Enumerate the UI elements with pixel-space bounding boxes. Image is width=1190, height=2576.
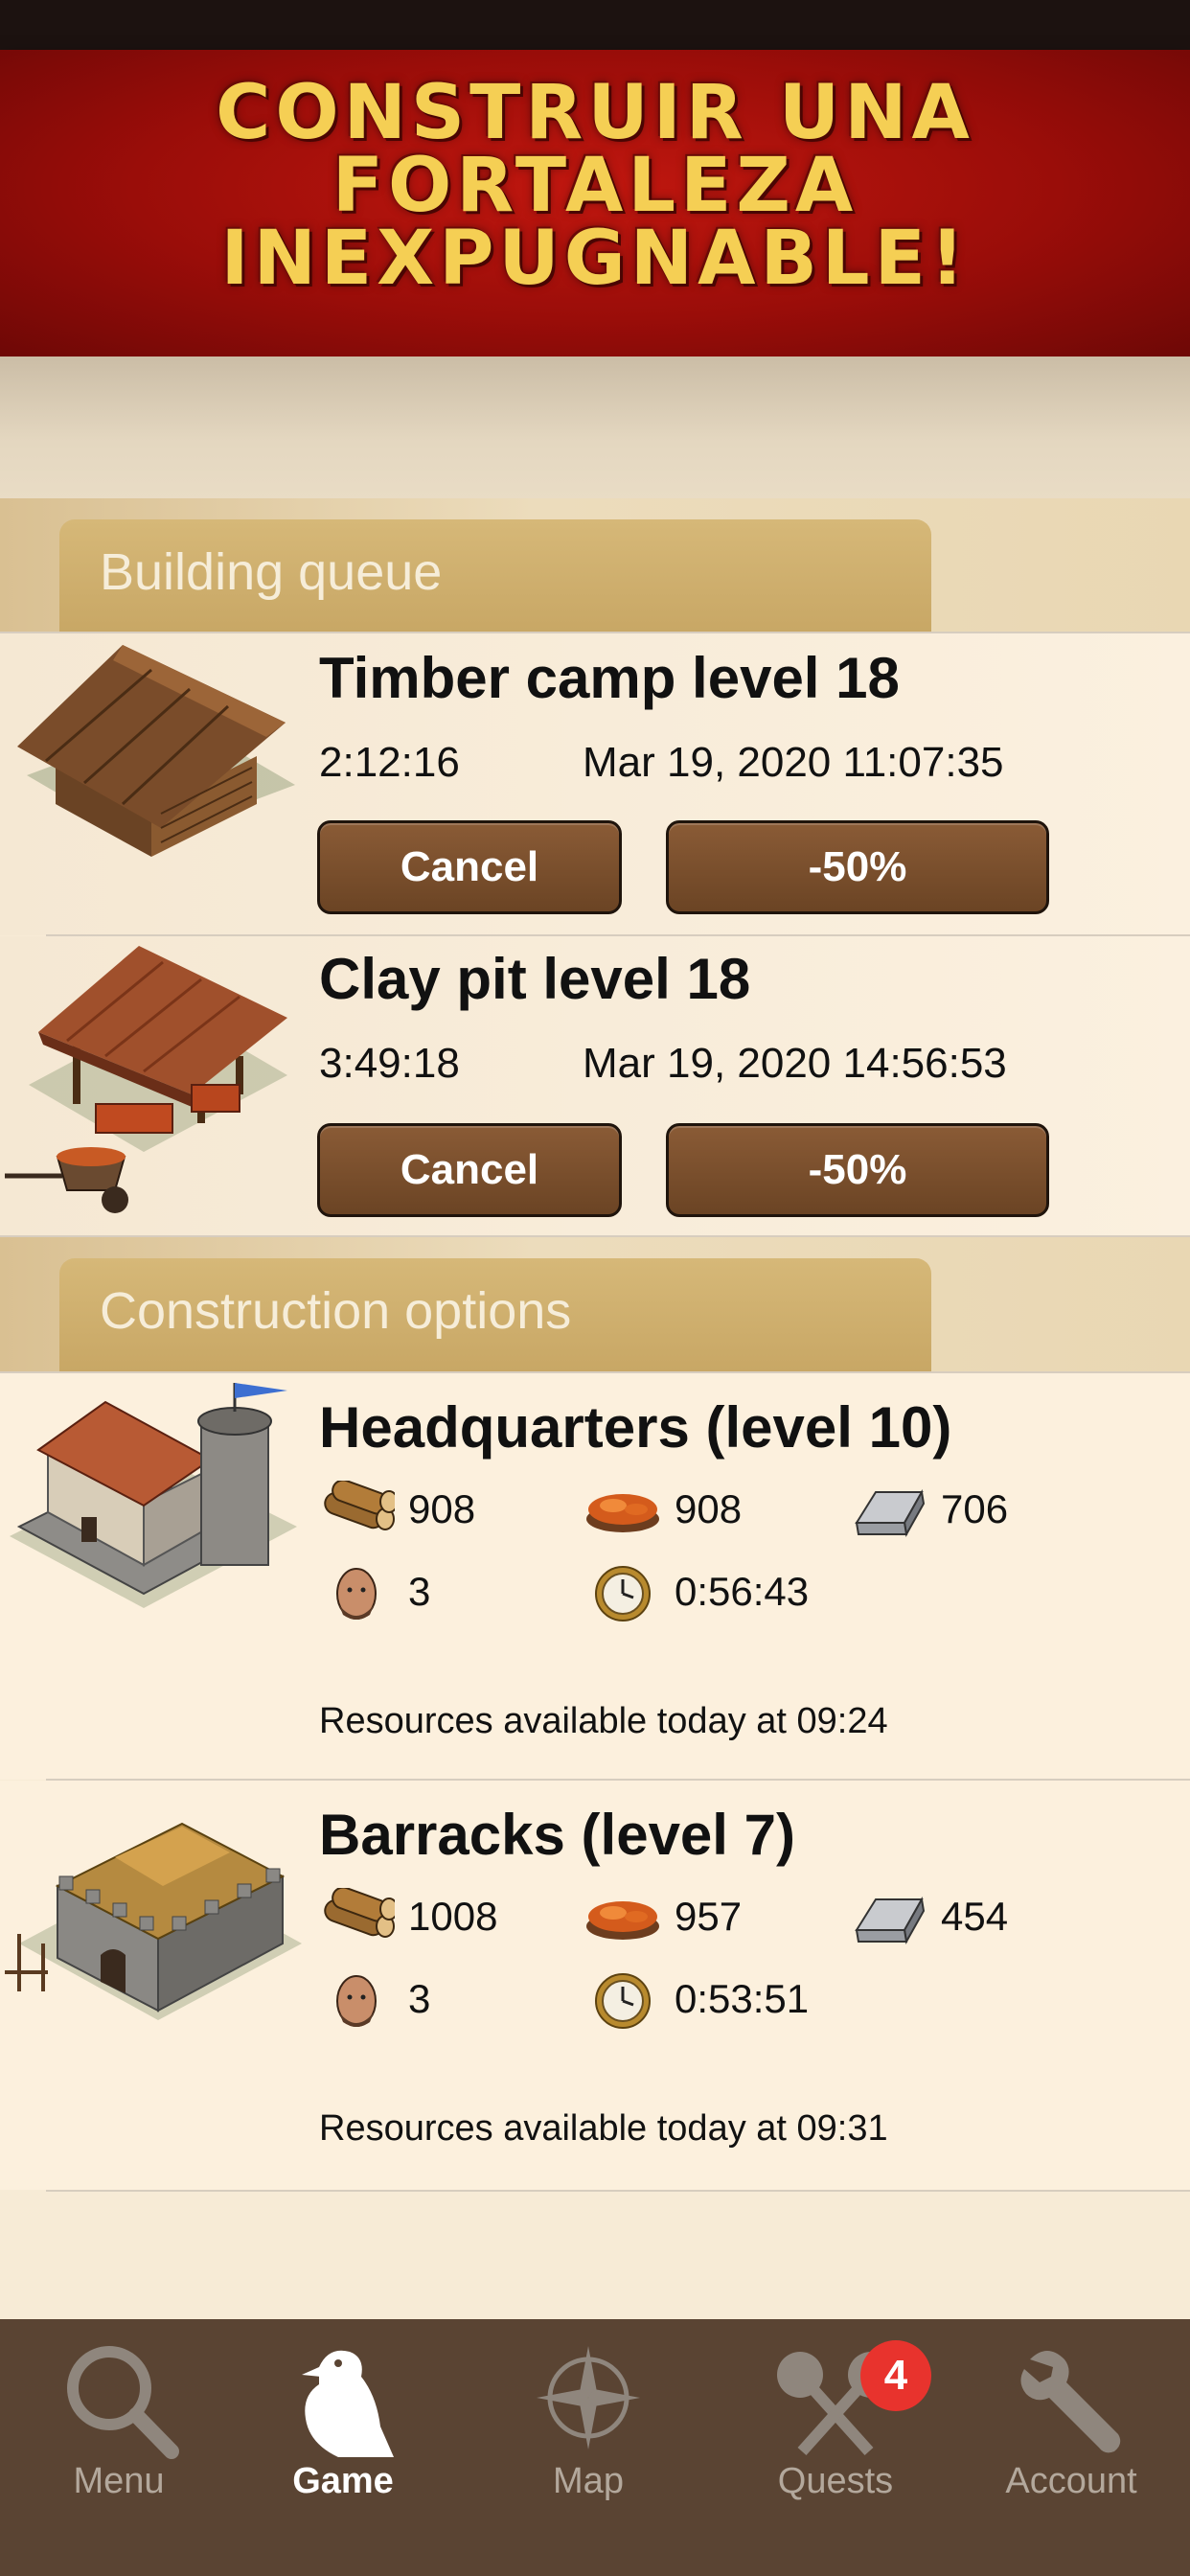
- clay-pit-icon: [5, 946, 287, 1213]
- population-icon: [336, 1975, 377, 2028]
- clock-icon: [594, 1565, 652, 1622]
- clay-cost: 957: [675, 1894, 743, 1939]
- population-icon: [336, 1568, 377, 1621]
- speedup-button[interactable]: -50%: [666, 1123, 1049, 1217]
- raven-icon: [302, 2350, 394, 2457]
- compass-icon: [537, 2346, 640, 2450]
- availability-note: Resources available today at 09:24: [319, 1701, 888, 1741]
- speedup-button[interactable]: -50%: [666, 820, 1049, 914]
- building-name: Timber camp level 18: [319, 646, 900, 710]
- promo-banner: CONSTRUIR UNA FORTALEZA INEXPUGNABLE!: [0, 50, 1190, 356]
- iron-cost: 706: [941, 1486, 1009, 1531]
- iron-icon: [856, 1491, 925, 1535]
- clock-icon: [594, 1972, 652, 2030]
- clay-icon: [586, 1494, 659, 1532]
- cancel-button[interactable]: Cancel: [317, 1123, 622, 1217]
- iron-icon: [856, 1898, 925, 1943]
- tab-game[interactable]: Game: [224, 2319, 462, 2501]
- queue-item: Clay pit level 18 3:49:18 Mar 19, 2020 1…: [0, 936, 1190, 1235]
- availability-note: Resources available today at 09:31: [319, 2108, 888, 2149]
- quests-badge: 4: [860, 2340, 931, 2411]
- timber-camp-icon: [17, 645, 295, 857]
- building-name: Clay pit level 18: [319, 947, 751, 1011]
- tab-quests[interactable]: 4 Quests: [717, 2319, 954, 2501]
- construction-options-header: Construction options: [0, 1237, 1190, 1371]
- banner-headline: CONSTRUIR UNA FORTALEZA INEXPUGNABLE!: [216, 70, 974, 302]
- remaining-time: 3:49:18: [319, 1040, 460, 1087]
- clay-icon: [586, 1901, 659, 1940]
- construction-item[interactable]: Barracks (level 7) 1008 957 454 3 0:53:5…: [0, 1781, 1190, 2190]
- status-bar: [0, 0, 1190, 50]
- tab-map[interactable]: Map: [469, 2319, 707, 2501]
- wood-cost: 1008: [408, 1894, 498, 1939]
- tab-menu[interactable]: Menu: [0, 2319, 238, 2501]
- wood-icon: [321, 1481, 395, 1532]
- iron-cost: 454: [941, 1894, 1009, 1939]
- clay-cost: 908: [675, 1486, 743, 1531]
- construction-item[interactable]: Headquarters (level 10) 908 908 706 3 0:…: [0, 1373, 1190, 1780]
- magnifier-icon: [67, 2346, 179, 2459]
- wood-icon: [321, 1888, 395, 1940]
- building-name: Barracks (level 7): [319, 1803, 795, 1867]
- cancel-button[interactable]: Cancel: [317, 820, 622, 914]
- population-cost: 3: [408, 1569, 431, 1614]
- population-cost: 3: [408, 1976, 431, 2021]
- tab-account[interactable]: Account: [952, 2319, 1190, 2501]
- build-time: 0:56:43: [675, 1569, 810, 1614]
- section-title: Construction options: [100, 1282, 572, 1340]
- queue-item: Timber camp level 18 2:12:16 Mar 19, 202…: [0, 633, 1190, 935]
- parchment-strip: [0, 356, 1190, 498]
- wrench-icon: [1020, 2351, 1121, 2453]
- barracks-icon: [5, 1822, 302, 2020]
- tab-bar: Menu Game Map 4 Quests Account: [0, 2319, 1190, 2576]
- finish-datetime: Mar 19, 2020 11:07:35: [583, 739, 1004, 786]
- finish-datetime: Mar 19, 2020 14:56:53: [583, 1040, 1007, 1087]
- remaining-time: 2:12:16: [319, 739, 460, 786]
- building-queue-header: Building queue: [0, 498, 1190, 632]
- build-time: 0:53:51: [675, 1976, 810, 2021]
- wood-cost: 908: [408, 1486, 476, 1531]
- section-title: Building queue: [100, 543, 443, 601]
- building-name: Headquarters (level 10): [319, 1395, 952, 1460]
- headquarters-icon: [10, 1383, 297, 1608]
